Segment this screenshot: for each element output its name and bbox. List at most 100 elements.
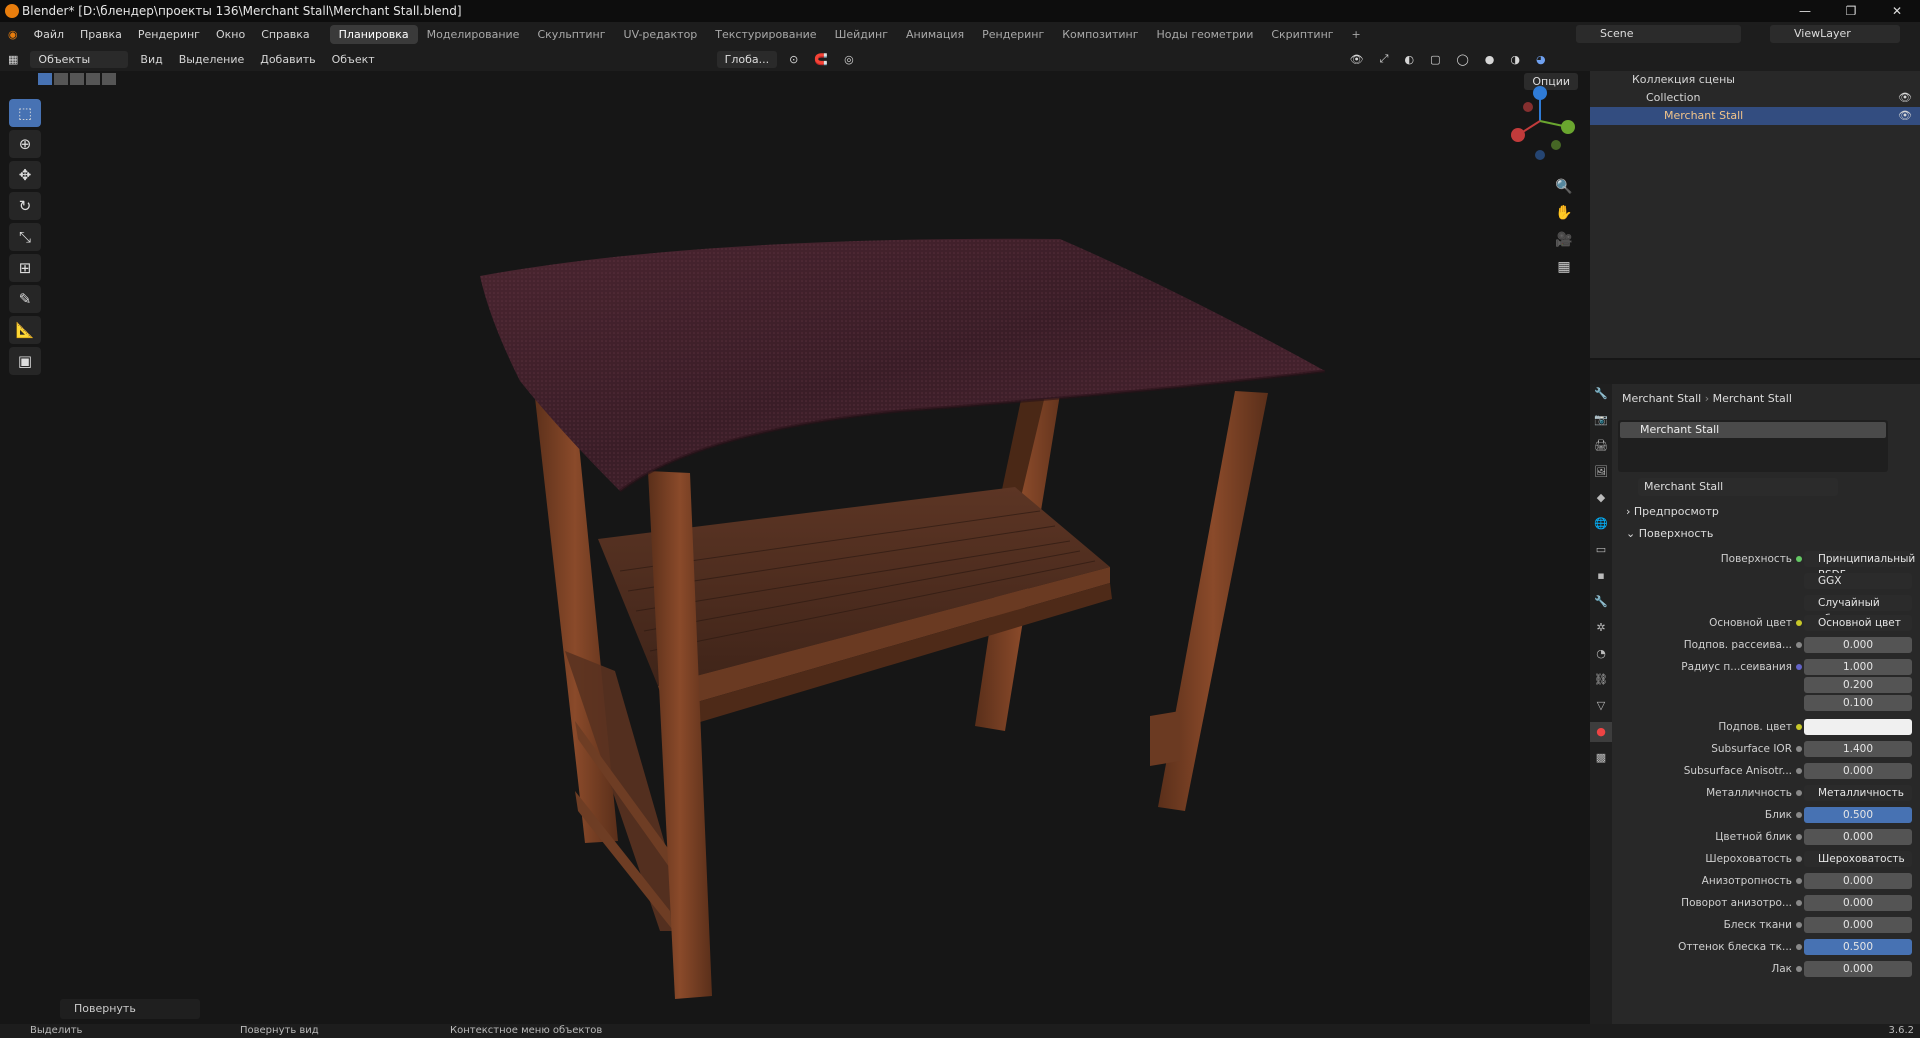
minimize-button[interactable]: — — [1782, 0, 1828, 22]
shading-rendered-icon[interactable]: ◕ — [1528, 53, 1554, 66]
gizmo-toggle-icon[interactable]: ⤢ — [1372, 52, 1397, 66]
subsurface-radius-y[interactable]: 0.200 — [1614, 676, 1920, 694]
title-bar: Blender* [D:\блендер\проекты 136\Merchan… — [0, 0, 1920, 22]
scene-tab-icon[interactable]: ◆ — [1590, 488, 1612, 508]
tab-animation[interactable]: Анимация — [897, 25, 973, 44]
menu-add[interactable]: Добавить — [252, 53, 323, 66]
surface-section-header[interactable]: ⌄ Поверхность — [1614, 524, 1920, 544]
collection-tab-icon[interactable]: ▭ — [1590, 540, 1612, 560]
last-operator-panel[interactable]: Повернуть — [60, 999, 200, 1019]
render-tab-icon[interactable]: 📷 — [1590, 410, 1612, 430]
material-properties: Merchant Stall › Merchant Stall Merchant… — [1614, 384, 1920, 1024]
constraints-tab-icon[interactable]: ⛓ — [1590, 670, 1612, 690]
view-layer-tab-icon[interactable]: 🖼 — [1590, 462, 1612, 482]
distribution-dropdown[interactable]: GGX — [1614, 572, 1920, 590]
menu-help[interactable]: Справка — [253, 28, 317, 41]
close-button[interactable]: ✕ — [1874, 0, 1920, 22]
tab-rendering[interactable]: Рендеринг — [973, 25, 1053, 44]
tab-sculpting[interactable]: Скульптинг — [528, 25, 614, 44]
3d-viewport[interactable]: Опции ⬚ ⊕ ✥ ↻ ⤡ ⊞ ✎ 📐 ▣ 🔍 ✋ 🎥 ▦ Повернут… — [0, 71, 1590, 1024]
subsurface-ior-row[interactable]: Subsurface IOR 1.400 — [1614, 740, 1920, 758]
mode-dropdown[interactable]: Объекты — [30, 50, 129, 68]
subsurface-radius-z[interactable]: 0.100 — [1614, 694, 1920, 712]
texture-tab-icon[interactable]: ▩ — [1590, 748, 1612, 768]
menu-object[interactable]: Объект — [324, 53, 383, 66]
shading-material-icon[interactable]: ◑ — [1502, 53, 1528, 66]
base-color-row[interactable]: Основной цвет Основной цвет — [1614, 614, 1920, 632]
properties-header — [1590, 360, 1920, 384]
visibility-eye-icon[interactable]: 👁 — [1898, 89, 1912, 107]
specular-tint-row[interactable]: Цветной блик 0.000 — [1614, 828, 1920, 846]
navigation-gizmo[interactable] — [1500, 81, 1580, 161]
zoom-icon[interactable]: 🔍 — [1552, 175, 1576, 199]
particles-tab-icon[interactable]: ✲ — [1590, 618, 1612, 638]
visibility-icon[interactable]: 👁 — [1342, 53, 1372, 66]
view-layer-selector[interactable]: ViewLayer — [1770, 25, 1900, 43]
shading-wireframe-icon[interactable]: ◯ — [1448, 53, 1476, 66]
tool-tab-icon[interactable]: 🔧 — [1590, 384, 1612, 404]
menu-select[interactable]: Выделение — [171, 53, 253, 66]
tab-shading[interactable]: Шейдинг — [826, 25, 897, 44]
tab-geometry-nodes[interactable]: Ноды геометрии — [1148, 25, 1263, 44]
pan-hand-icon[interactable]: ✋ — [1552, 201, 1576, 225]
material-slot-list[interactable]: Merchant Stall — [1618, 420, 1888, 472]
tab-layout[interactable]: Планировка — [329, 25, 418, 44]
material-slot-item[interactable]: Merchant Stall — [1620, 422, 1886, 438]
outliner-header — [1590, 47, 1920, 71]
menu-view[interactable]: Вид — [132, 53, 170, 66]
sheen-tint-row[interactable]: Оттенок блеска тк... 0.500 — [1614, 938, 1920, 956]
merchant-stall-model[interactable] — [0, 71, 1590, 1024]
menu-edit[interactable]: Правка — [72, 28, 130, 41]
anisotropic-row[interactable]: Анизотропность 0.000 — [1614, 872, 1920, 890]
subsurface-row[interactable]: Подпов. рассеива... 0.000 — [1614, 636, 1920, 654]
xray-icon[interactable]: ▢ — [1422, 53, 1448, 66]
world-tab-icon[interactable]: 🌐 — [1590, 514, 1612, 534]
pivot-icon[interactable]: ⊙ — [781, 53, 806, 66]
ortho-grid-icon[interactable]: ▦ — [1552, 255, 1576, 279]
overlay-icon[interactable]: ◐ — [1396, 53, 1422, 66]
surface-shader-row[interactable]: Поверхность Принципиальный BSDF — [1614, 550, 1920, 581]
scene-collection-row[interactable]: Коллекция сцены — [1590, 71, 1920, 89]
clearcoat-row[interactable]: Лак 0.000 — [1614, 960, 1920, 978]
subsurface-method-dropdown[interactable]: Случайный обход — [1614, 594, 1920, 625]
modifier-tab-icon[interactable]: 🔧 — [1590, 592, 1612, 612]
metallic-row[interactable]: Металличность Металличность — [1614, 784, 1920, 802]
material-tab-icon[interactable]: ● — [1590, 722, 1612, 742]
physics-tab-icon[interactable]: ◔ — [1590, 644, 1612, 664]
add-workspace-button[interactable]: + — [1343, 25, 1370, 44]
blender-menu-icon[interactable]: ◉ — [0, 28, 26, 41]
preview-section-header[interactable]: › Предпросмотр — [1614, 502, 1920, 522]
tab-scripting[interactable]: Скриптинг — [1262, 25, 1342, 44]
merchant-stall-row[interactable]: Merchant Stall 👁 — [1590, 107, 1920, 125]
outliner: Коллекция сцены Collection 👁 Merchant St… — [1590, 47, 1920, 358]
subsurface-color-row[interactable]: Подпов. цвет — [1614, 718, 1920, 736]
anisotropic-rotation-row[interactable]: Поворот анизотро... 0.000 — [1614, 894, 1920, 912]
editor-type-icon[interactable]: ▦ — [0, 53, 26, 66]
tab-texture-paint[interactable]: Текстурирование — [706, 25, 825, 44]
snap-icon[interactable]: 🧲 — [806, 53, 836, 66]
subsurface-anisotropy-row[interactable]: Subsurface Anisotr... 0.000 — [1614, 762, 1920, 780]
roughness-row[interactable]: Шероховатость Шероховатость — [1614, 850, 1920, 868]
object-tab-icon[interactable]: ▪ — [1590, 566, 1612, 586]
data-tab-icon[interactable]: ▽ — [1590, 696, 1612, 716]
camera-icon[interactable]: 🎥 — [1552, 228, 1576, 252]
window-controls: — ❐ ✕ — [1782, 0, 1920, 22]
tab-uv-editing[interactable]: UV-редактор — [615, 25, 707, 44]
output-tab-icon[interactable]: 🖨 — [1590, 436, 1612, 456]
tab-compositing[interactable]: Композитинг — [1053, 25, 1147, 44]
object-eye-icon[interactable]: 👁 — [1898, 107, 1912, 125]
menu-render[interactable]: Рендеринг — [130, 28, 208, 41]
sheen-row[interactable]: Блеск ткани 0.000 — [1614, 916, 1920, 934]
menu-window[interactable]: Окно — [208, 28, 253, 41]
material-name-field[interactable]: Merchant Stall — [1638, 478, 1838, 496]
proportional-edit-icon[interactable]: ◎ — [836, 53, 862, 66]
scene-selector[interactable]: Scene — [1576, 25, 1741, 43]
shading-solid-icon[interactable]: ● — [1477, 53, 1503, 66]
maximize-button[interactable]: ❐ — [1828, 0, 1874, 22]
menu-file[interactable]: Файл — [26, 28, 72, 41]
orientation-dropdown[interactable]: Глоба... — [716, 50, 778, 68]
specular-row[interactable]: Блик 0.500 — [1614, 806, 1920, 824]
collection-row[interactable]: Collection 👁 — [1590, 89, 1920, 107]
tab-modeling[interactable]: Моделирование — [418, 25, 529, 44]
subsurface-radius-row[interactable]: Радиус п...сеивания 1.000 — [1614, 658, 1920, 676]
